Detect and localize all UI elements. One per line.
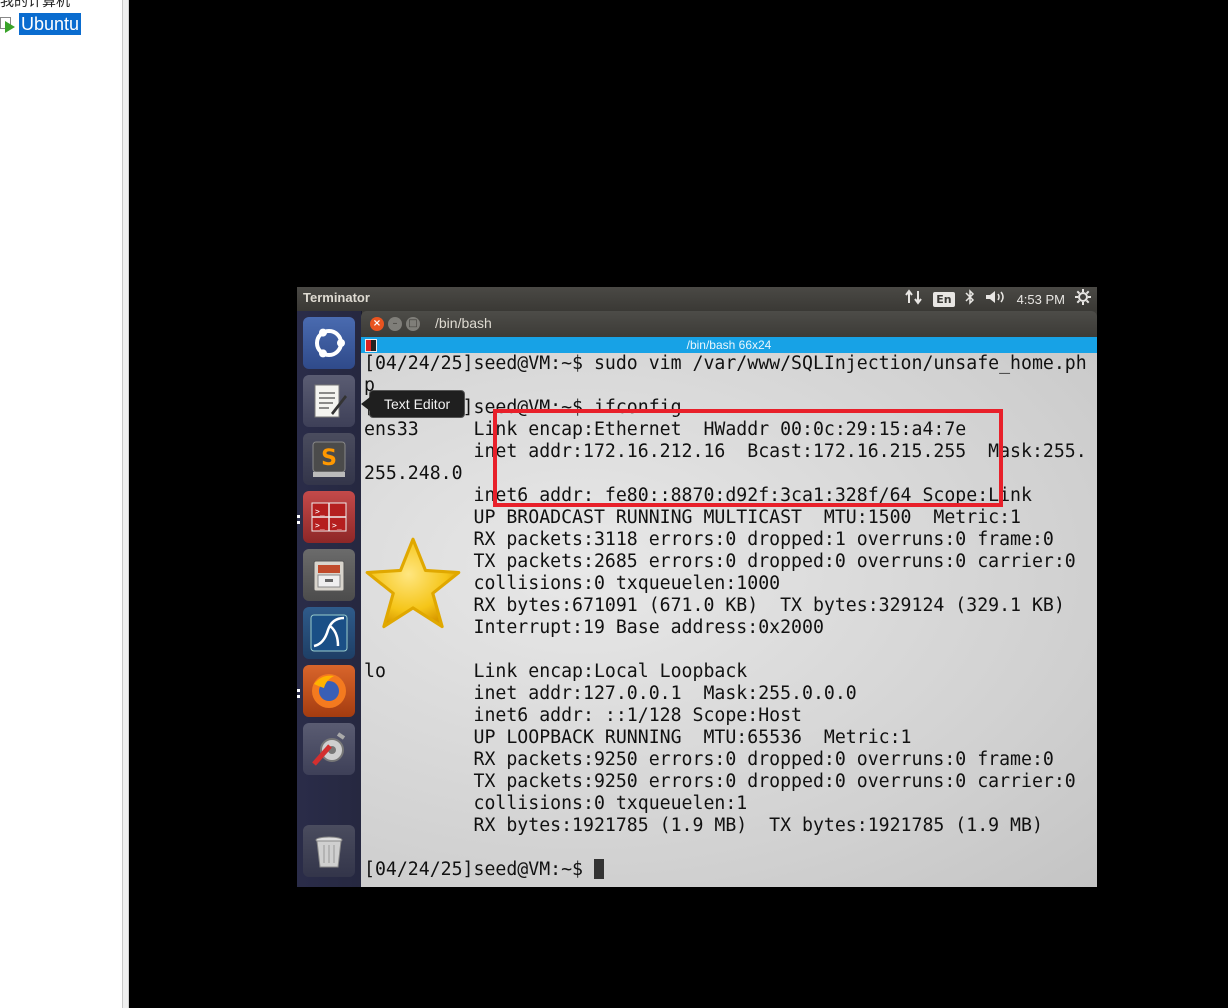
terminal-line: RX packets:3118 errors:0 dropped:1 overr… bbox=[364, 529, 1054, 550]
svg-text:>_: >_ bbox=[315, 507, 325, 516]
running-indicator bbox=[297, 521, 300, 524]
maximize-button[interactable]: □ bbox=[406, 317, 420, 331]
top-panel: Terminator En 4:53 PM bbox=[297, 287, 1097, 311]
terminal-line: Interrupt:19 Base address:0x2000 bbox=[364, 617, 824, 638]
ubuntu-desktop[interactable]: Terminator En 4:53 PM S >_ >_ >_ × – □ /… bbox=[297, 287, 1097, 887]
terminal-line: RX bytes:1921785 (1.9 MB) TX bytes:19217… bbox=[364, 815, 1043, 836]
vm-running-icon bbox=[0, 15, 18, 33]
terminal-line: [04/24/25]seed@VM:~$ ifconfig bbox=[364, 397, 682, 418]
trash-launcher[interactable] bbox=[303, 825, 355, 877]
text-editor-icon bbox=[314, 384, 347, 418]
trash-icon bbox=[315, 836, 343, 868]
terminal-line: ens33 Link encap:Ethernet HWaddr 00:0c:2… bbox=[364, 419, 967, 440]
terminal-line: collisions:0 txqueuelen:1 bbox=[364, 793, 748, 814]
tree-item-ubuntu-label: Ubuntu bbox=[19, 13, 82, 35]
minimize-button[interactable]: – bbox=[388, 317, 402, 331]
terminal-line: inet addr:172.16.212.16 Bcast:172.16.215… bbox=[364, 441, 1087, 462]
app-title: Terminator bbox=[303, 290, 370, 305]
star-icon bbox=[365, 537, 461, 629]
svg-text:>_: >_ bbox=[315, 521, 325, 530]
sublime-text-launcher[interactable]: S bbox=[303, 433, 355, 485]
terminal-line: inet6 addr: ::1/128 Scope:Host bbox=[364, 705, 802, 726]
terminator-icon: >_ >_ >_ bbox=[311, 502, 347, 532]
tree-my-computer[interactable]: 我的计算机 bbox=[0, 0, 70, 11]
terminal-prompt: [04/24/25]seed@VM:~$ bbox=[364, 859, 594, 880]
svg-text:>_: >_ bbox=[332, 521, 342, 530]
launcher: S >_ >_ >_ bbox=[297, 311, 362, 887]
terminal-output[interactable]: [04/24/25]seed@VM:~$ sudo vim /var/www/S… bbox=[361, 353, 1097, 887]
gear-icon[interactable] bbox=[1075, 289, 1091, 309]
files-launcher[interactable] bbox=[303, 549, 355, 601]
running-indicator bbox=[297, 689, 300, 692]
running-indicator bbox=[297, 515, 300, 518]
terminal-header[interactable]: /bin/bash 66x24 bbox=[361, 337, 1097, 353]
terminal-line: collisions:0 txqueuelen:1000 bbox=[364, 573, 781, 594]
tree-item-ubuntu[interactable]: Ubuntu bbox=[0, 13, 82, 35]
terminal-line: RX bytes:671091 (671.0 KB) TX bytes:3291… bbox=[364, 595, 1065, 616]
ubuntu-logo-icon bbox=[315, 328, 345, 358]
terminal-line: TX packets:2685 errors:0 dropped:0 overr… bbox=[364, 551, 1076, 572]
terminal-line: 255.248.0 bbox=[364, 463, 463, 484]
sublime-text-icon: S bbox=[312, 441, 346, 477]
keyboard-language-indicator[interactable]: En bbox=[933, 291, 955, 307]
firefox-icon bbox=[312, 674, 346, 708]
terminator-launcher[interactable]: >_ >_ >_ bbox=[303, 491, 355, 543]
terminal-line: UP LOOPBACK RUNNING MTU:65536 Metric:1 bbox=[364, 727, 912, 748]
terminal-line: TX packets:9250 errors:0 dropped:0 overr… bbox=[364, 771, 1076, 792]
window-title: /bin/bash bbox=[435, 315, 492, 331]
terminal-line: UP BROADCAST RUNNING MULTICAST MTU:1500 … bbox=[364, 507, 1021, 528]
svg-text:S: S bbox=[321, 446, 337, 471]
terminal-line: RX packets:9250 errors:0 dropped:0 overr… bbox=[364, 749, 1054, 770]
volume-icon[interactable] bbox=[985, 289, 1007, 309]
files-icon bbox=[313, 560, 345, 592]
close-button[interactable]: × bbox=[370, 317, 384, 331]
terminal-line: lo Link encap:Local Loopback bbox=[364, 661, 748, 682]
terminal-line: [04/24/25]seed@VM:~$ sudo vim /var/www/S… bbox=[364, 353, 1087, 374]
network-icon[interactable] bbox=[905, 289, 923, 309]
terminal-line: p bbox=[364, 375, 375, 396]
running-indicator bbox=[297, 695, 300, 698]
terminal-cursor bbox=[593, 859, 604, 879]
firefox-launcher[interactable] bbox=[303, 665, 355, 717]
wireshark-launcher[interactable] bbox=[303, 607, 355, 659]
system-settings-launcher[interactable] bbox=[303, 723, 355, 775]
terminal-prompt-line: [04/24/25]seed@VM:~$ bbox=[364, 859, 1087, 881]
ubuntu-dash-button[interactable] bbox=[303, 317, 355, 369]
terminal-line: inet addr:127.0.0.1 Mask:255.0.0.0 bbox=[364, 683, 857, 704]
terminal-line: inet6 addr: fe80::8870:d92f:3ca1:328f/64… bbox=[364, 485, 1032, 506]
indicator-area: En 4:53 PM bbox=[905, 289, 1091, 309]
launcher-tooltip: Text Editor bbox=[360, 390, 466, 418]
wireshark-icon bbox=[310, 614, 348, 652]
clock[interactable]: 4:53 PM bbox=[1017, 292, 1065, 307]
terminal-window[interactable]: × – □ /bin/bash /bin/bash 66x24 [04/24/2… bbox=[361, 311, 1097, 887]
host-library-pane: 我的计算机 Ubuntu bbox=[0, 0, 123, 1008]
terminal-header-title: /bin/bash 66x24 bbox=[686, 338, 772, 352]
text-editor-launcher[interactable] bbox=[303, 375, 355, 427]
settings-icon bbox=[312, 732, 346, 766]
window-titlebar[interactable]: × – □ /bin/bash bbox=[361, 311, 1097, 337]
bluetooth-icon[interactable] bbox=[965, 289, 975, 309]
terminal-text[interactable]: [04/24/25]seed@VM:~$ sudo vim /var/www/S… bbox=[364, 353, 1087, 881]
